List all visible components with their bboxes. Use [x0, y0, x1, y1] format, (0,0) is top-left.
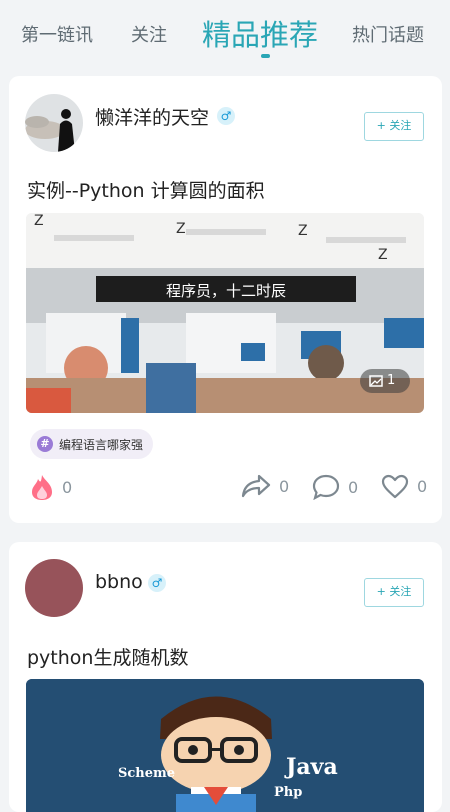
male-gender-icon: ♂ — [148, 574, 166, 592]
tab-featured[interactable]: 精品推荐 — [202, 12, 318, 54]
comment-icon — [312, 474, 340, 500]
favorite-count: 0 — [417, 477, 428, 496]
post-image[interactable]: Z Z Z Z 程序员，十二时辰 1 — [26, 213, 424, 413]
share-stat[interactable]: 0 — [241, 474, 289, 498]
follow-button[interactable]: + 关注 — [364, 112, 424, 141]
post-image[interactable]: Scheme Java Php — [26, 679, 424, 812]
image-count-badge[interactable]: 1 — [360, 369, 410, 393]
like-stat[interactable]: 0 — [30, 474, 72, 501]
image-icon — [369, 375, 383, 387]
hashtag-icon: # — [37, 436, 53, 452]
language-label-scheme: Scheme — [118, 766, 176, 781]
topic-tag[interactable]: # 编程语言哪家强 — [30, 429, 154, 459]
male-gender-icon: ♂ — [217, 107, 235, 125]
post-card[interactable]: 懒洋洋的天空 ♂ + 关注 实例--Python 计算圆的面积 Z Z Z Z … — [9, 76, 442, 523]
active-tab-indicator — [261, 54, 270, 58]
language-label-java: Java — [286, 754, 338, 780]
language-label-php: Php — [274, 785, 303, 800]
flame-icon — [32, 475, 52, 500]
like-count: 0 — [62, 478, 73, 497]
post-title[interactable]: python生成随机数 — [27, 643, 188, 670]
avatar[interactable] — [25, 559, 83, 617]
avatar[interactable] — [25, 94, 83, 152]
image-count: 1 — [387, 373, 396, 388]
svg-text:Z: Z — [298, 223, 308, 239]
image-caption: 程序员，十二时辰 — [165, 282, 286, 300]
svg-text:Z: Z — [378, 247, 388, 263]
comment-stat[interactable]: 0 — [312, 474, 358, 500]
username[interactable]: 懒洋洋的天空 — [95, 103, 209, 130]
svg-text:Z: Z — [34, 213, 44, 229]
comment-count: 0 — [348, 477, 359, 497]
heart-icon — [381, 474, 409, 499]
follow-button[interactable]: + 关注 — [364, 578, 424, 607]
favorite-stat[interactable]: 0 — [381, 474, 427, 499]
share-icon — [241, 474, 271, 498]
post-title[interactable]: 实例--Python 计算圆的面积 — [27, 176, 265, 203]
tab-first-news[interactable]: 第一链讯 — [21, 21, 93, 47]
post-card[interactable]: bbno ♂ + 关注 python生成随机数 Scheme Java Php — [9, 542, 442, 812]
tab-hot-topics[interactable]: 热门话题 — [352, 21, 424, 47]
username[interactable]: bbno — [95, 571, 143, 593]
share-count: 0 — [279, 476, 290, 496]
tab-following[interactable]: 关注 — [131, 21, 167, 47]
top-tab-bar: 第一链讯 关注 精品推荐 热门话题 — [0, 0, 450, 66]
topic-label: 编程语言哪家强 — [59, 437, 144, 452]
svg-text:Z: Z — [176, 221, 186, 237]
